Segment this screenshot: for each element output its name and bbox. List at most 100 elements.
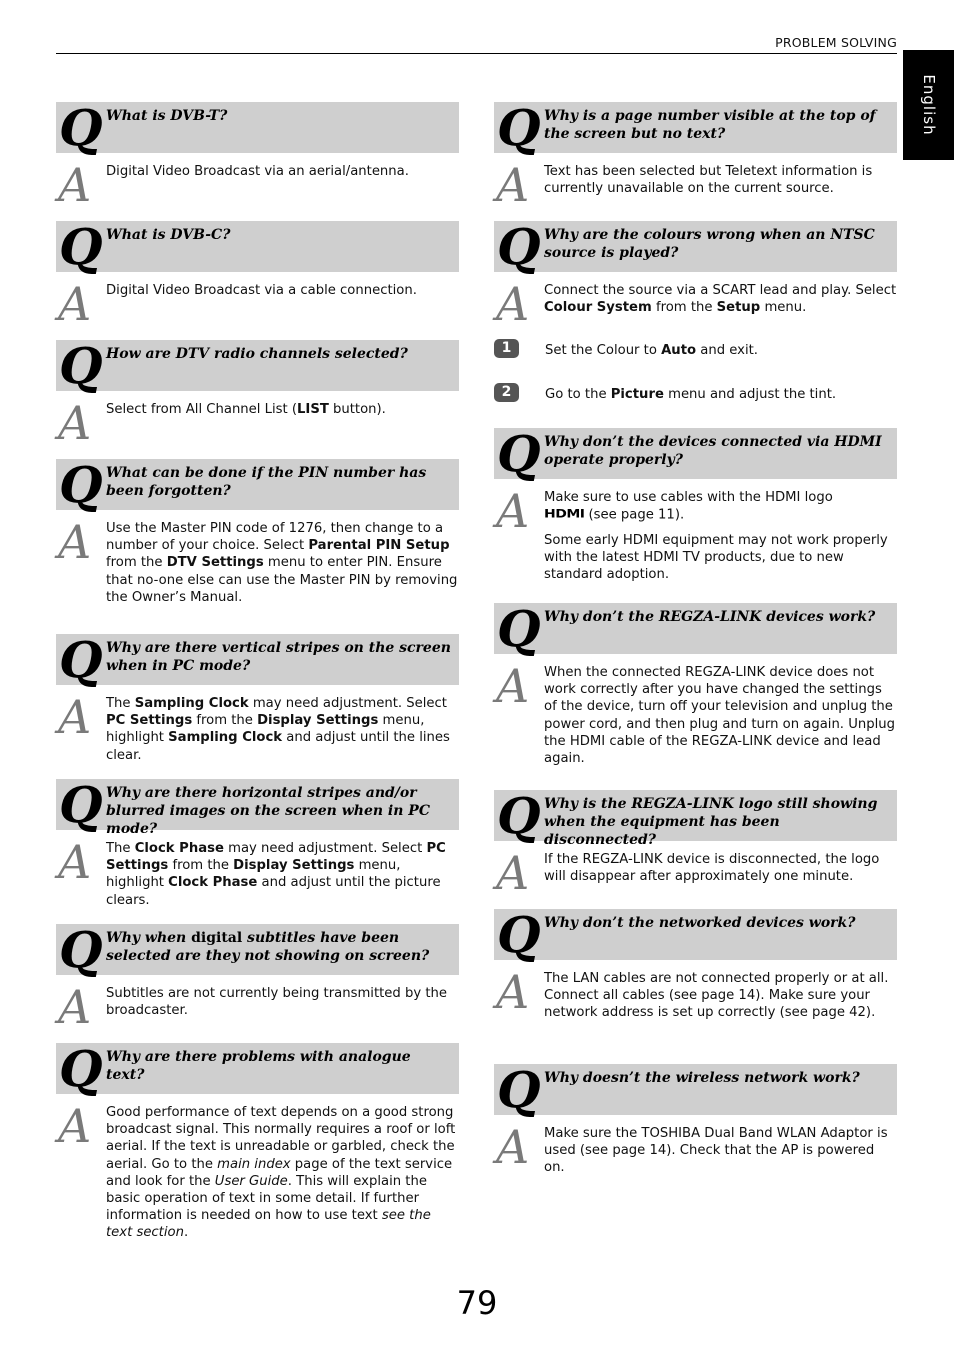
question-text: What is DVB-C? bbox=[106, 227, 231, 243]
step-item: 1 Set the Colour to Auto and exit. bbox=[494, 339, 897, 384]
question-text: Why are there horizontal stripes and/or … bbox=[106, 785, 430, 837]
language-tab-label: English bbox=[919, 74, 938, 136]
question-icon: Q bbox=[59, 775, 103, 834]
question-icon: Q bbox=[59, 920, 103, 979]
answer-icon: A bbox=[496, 659, 530, 713]
answer-icon: A bbox=[496, 484, 530, 538]
answer-block: A Subtitles are not currently being trans… bbox=[56, 980, 459, 1034]
question-block: Q Why don’t the REGZA-LINK devices work? bbox=[494, 599, 897, 658]
question-block: Q Why are the colours wrong when an NTSC … bbox=[494, 217, 897, 276]
answer-text: Digital Video Broadcast via an aerial/an… bbox=[106, 164, 409, 179]
question-text: What is DVB-T? bbox=[106, 108, 228, 124]
question-block: Q What is DVB-C? bbox=[56, 217, 459, 276]
question-block: Q Why are there problems with analogue te… bbox=[56, 1039, 459, 1098]
faq-column-right: Q Why is a page number visible at the top… bbox=[494, 98, 897, 1177]
answer-icon: A bbox=[58, 1099, 92, 1153]
question-block: Q Why doesn’t the wireless network work? bbox=[494, 1060, 897, 1119]
answer-block: A Use the Master PIN code of 1276, then c… bbox=[56, 515, 459, 620]
question-block: Q Why are there horizontal stripes and/or… bbox=[56, 775, 459, 837]
answer-icon: A bbox=[58, 158, 92, 212]
question-block: Q Why is a page number visible at the top… bbox=[494, 98, 897, 157]
answer-text: Subtitles are not currently being transm… bbox=[106, 986, 447, 1019]
language-tab[interactable]: English bbox=[903, 50, 954, 160]
question-block: Q Why are there vertical stripes on the s… bbox=[56, 630, 459, 689]
question-icon: Q bbox=[59, 98, 103, 157]
question-block: Q Why when digital subtitles have been se… bbox=[56, 920, 459, 979]
question-text: Why don’t the devices connected via HDMI… bbox=[544, 434, 882, 468]
answer-block: A Select from All Channel List (LIST butt… bbox=[56, 396, 459, 450]
question-text: Why don’t the REGZA-LINK devices work? bbox=[544, 609, 876, 625]
answer-text: Text has been selected but Teletext info… bbox=[544, 164, 873, 197]
answer-block: A When the connected REGZA-LINK device do… bbox=[494, 659, 897, 776]
answer-text: Make sure the TOSHIBA Dual Band WLAN Ada… bbox=[544, 1126, 888, 1176]
answer-icon: A bbox=[58, 835, 92, 889]
question-text: Why is the REGZA-LINK logo still showing… bbox=[544, 796, 878, 848]
answer-block: A Text has been selected but Teletext inf… bbox=[494, 158, 897, 212]
page-number: 79 bbox=[456, 1284, 498, 1322]
answer-icon: A bbox=[496, 277, 530, 331]
answer-text: If the REGZA-LINK device is disconnected… bbox=[544, 852, 880, 885]
answer-block: A Good performance of text depends on a g… bbox=[56, 1099, 459, 1242]
step-number-badge: 2 bbox=[494, 383, 519, 402]
hdmi-logo-icon: HDMI bbox=[544, 507, 585, 522]
question-icon: Q bbox=[59, 455, 103, 514]
question-block: Q Why is the REGZA-LINK logo still showin… bbox=[494, 786, 897, 848]
answer-icon: A bbox=[58, 277, 92, 331]
answer-icon: A bbox=[496, 1120, 530, 1174]
answer-text: When the connected REGZA-LINK device doe… bbox=[544, 665, 895, 767]
question-block: Q What can be done if the PIN number has … bbox=[56, 455, 459, 514]
question-icon: Q bbox=[497, 98, 541, 157]
question-block: Q Why don’t the networked devices work? bbox=[494, 905, 897, 964]
question-text: Why are the colours wrong when an NTSC s… bbox=[544, 227, 875, 261]
question-text: How are DTV radio channels selected? bbox=[106, 346, 408, 362]
answer-block: A Digital Video Broadcast via an aerial/a… bbox=[56, 158, 459, 212]
answer-block: A The LAN cables are not connected proper… bbox=[494, 965, 897, 1050]
question-icon: Q bbox=[497, 786, 541, 845]
answer-block: A Make sure to use cables with the HDMI … bbox=[494, 484, 897, 589]
answer-icon: A bbox=[496, 846, 530, 900]
question-text: What can be done if the PIN number has b… bbox=[106, 465, 427, 499]
answer-text: Good performance of text depends on a go… bbox=[106, 1105, 456, 1241]
step-number-badge: 1 bbox=[494, 339, 519, 358]
answer-icon: A bbox=[58, 980, 92, 1034]
question-icon: Q bbox=[59, 336, 103, 395]
question-icon: Q bbox=[497, 424, 541, 483]
answer-block: A The Clock Phase may need adjustment. Se… bbox=[56, 835, 459, 910]
answer-block: A The Sampling Clock may need adjustment.… bbox=[56, 690, 459, 765]
question-block: Q Why don’t the devices connected via HDM… bbox=[494, 424, 897, 483]
answer-icon: A bbox=[58, 515, 92, 569]
question-text: Why when digital subtitles have been sel… bbox=[106, 930, 430, 964]
answer-icon: A bbox=[496, 158, 530, 212]
answer-text: The Sampling Clock may need adjustment. … bbox=[106, 696, 450, 763]
question-text: Why is a page number visible at the top … bbox=[544, 108, 876, 142]
answer-text: Select from All Channel List (LIST butto… bbox=[106, 402, 386, 417]
answer-text: The LAN cables are not connected properl… bbox=[544, 971, 889, 1021]
answer-text: Use the Master PIN code of 1276, then ch… bbox=[106, 521, 458, 605]
answer-icon: A bbox=[496, 965, 530, 1019]
answer-text: Some early HDMI equipment may not work p… bbox=[544, 533, 888, 583]
answer-text: Make sure to use cables with the HDMI lo… bbox=[544, 490, 833, 523]
answer-block: A Make sure the TOSHIBA Dual Band WLAN Ad… bbox=[494, 1120, 897, 1177]
answer-text: The Clock Phase may need adjustment. Sel… bbox=[106, 841, 446, 908]
question-icon: Q bbox=[497, 599, 541, 658]
section-title: PROBLEM SOLVING bbox=[775, 35, 897, 50]
question-icon: Q bbox=[59, 217, 103, 276]
answer-text: Connect the source via a SCART lead and … bbox=[544, 283, 897, 316]
step-text: Go to the Picture menu and adjust the ti… bbox=[545, 387, 837, 402]
step-item: 2 Go to the Picture menu and adjust the t… bbox=[494, 383, 897, 428]
question-icon: Q bbox=[59, 630, 103, 689]
faq-column-left: Q What is DVB-T? A Digital Video Broadcast… bbox=[56, 98, 459, 1242]
question-block: Q What is DVB-T? bbox=[56, 98, 459, 157]
step-text: Set the Colour to Auto and exit. bbox=[545, 343, 758, 358]
question-icon: Q bbox=[497, 217, 541, 276]
answer-icon: A bbox=[58, 396, 92, 450]
question-icon: Q bbox=[497, 1060, 541, 1119]
answer-block: A Digital Video Broadcast via a cable con… bbox=[56, 277, 459, 331]
answer-text: Digital Video Broadcast via a cable conn… bbox=[106, 283, 417, 298]
question-text: Why doesn’t the wireless network work? bbox=[544, 1070, 860, 1086]
question-text: Why are there problems with analogue tex… bbox=[106, 1049, 411, 1083]
question-icon: Q bbox=[497, 905, 541, 964]
answer-block: A If the REGZA-LINK device is disconnecte… bbox=[494, 846, 897, 900]
question-text: Why are there vertical stripes on the sc… bbox=[106, 640, 451, 674]
question-icon: Q bbox=[59, 1039, 103, 1098]
